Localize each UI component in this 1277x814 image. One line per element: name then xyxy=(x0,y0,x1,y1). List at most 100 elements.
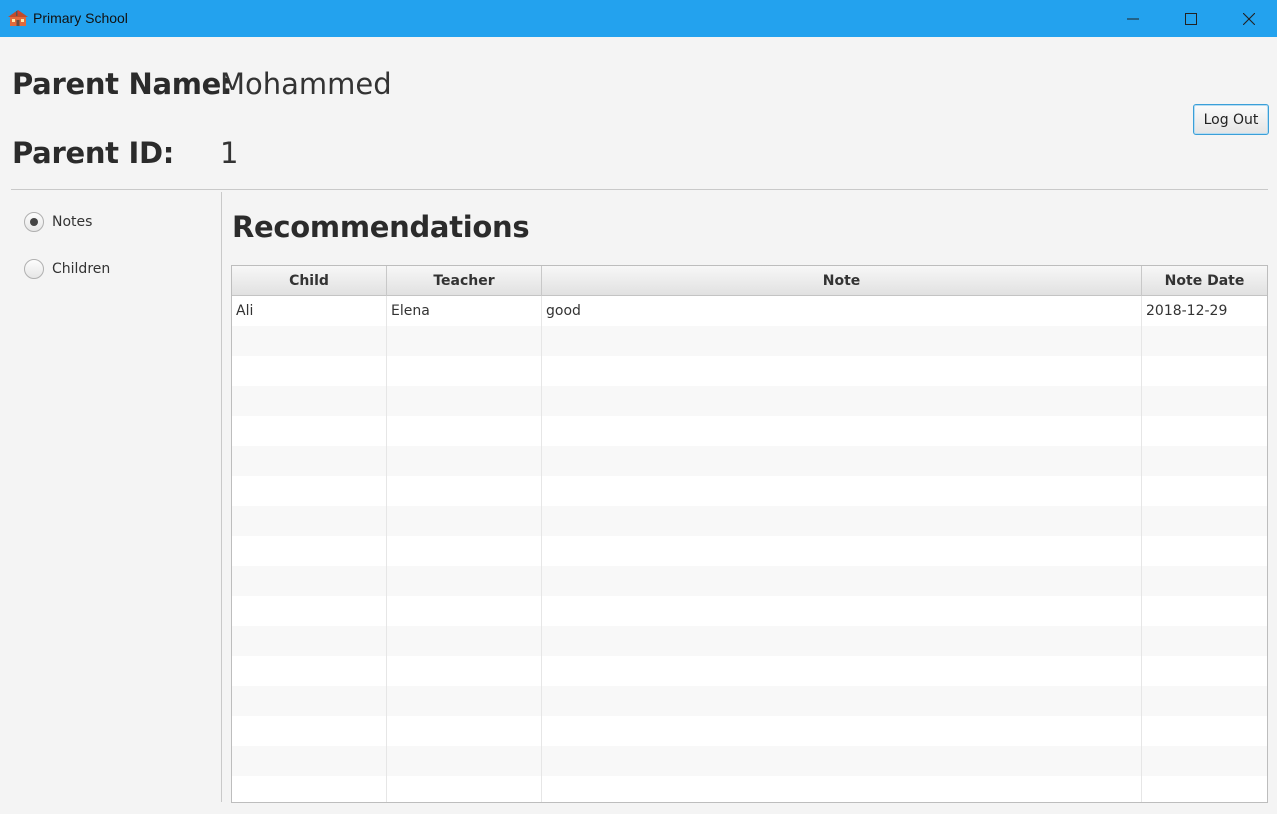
table-row-empty[interactable] xyxy=(232,386,1267,416)
table-cell xyxy=(1142,626,1267,656)
table-row-empty[interactable] xyxy=(232,416,1267,446)
table-cell xyxy=(232,506,387,536)
table-row-empty[interactable] xyxy=(232,626,1267,656)
table-cell xyxy=(1142,506,1267,536)
table-cell: Ali xyxy=(232,296,387,326)
table-cell xyxy=(1142,476,1267,506)
table-cell xyxy=(387,716,542,746)
column-header-teacher[interactable]: Teacher xyxy=(387,266,542,296)
table-cell xyxy=(542,656,1142,686)
table-cell xyxy=(542,686,1142,716)
table-cell xyxy=(387,536,542,566)
table-cell xyxy=(542,416,1142,446)
table-cell xyxy=(232,566,387,596)
close-icon xyxy=(1243,12,1255,25)
table-cell xyxy=(542,626,1142,656)
table-row-empty[interactable] xyxy=(232,536,1267,566)
table-cell xyxy=(1142,386,1267,416)
table-cell xyxy=(232,536,387,566)
minimize-icon xyxy=(1127,18,1139,19)
table-cell xyxy=(1142,446,1267,476)
table-row-empty[interactable] xyxy=(232,746,1267,776)
table-cell xyxy=(387,596,542,626)
table-cell xyxy=(542,326,1142,356)
table-row-empty[interactable] xyxy=(232,506,1267,536)
table-cell xyxy=(387,476,542,506)
table-cell xyxy=(1142,566,1267,596)
radio-notes[interactable]: Notes xyxy=(24,210,144,234)
table-cell: 2018-12-29 xyxy=(1146,303,1228,319)
parent-name-value: Mohammed xyxy=(220,67,392,101)
table-row-empty[interactable] xyxy=(232,476,1267,506)
table-cell xyxy=(232,476,387,506)
table-body: Ali Elena good 2018-12-29 xyxy=(232,296,1267,802)
table-cell xyxy=(387,746,542,776)
table-row-empty[interactable] xyxy=(232,356,1267,386)
table-cell xyxy=(1142,716,1267,746)
table-cell: good xyxy=(542,296,1142,326)
table-row-empty[interactable] xyxy=(232,686,1267,716)
table-cell xyxy=(232,446,387,476)
radio-children-label: Children xyxy=(52,261,111,277)
title-bar: Primary School xyxy=(0,0,1277,37)
table-cell xyxy=(542,446,1142,476)
table-cell xyxy=(1142,416,1267,446)
table-cell xyxy=(1142,536,1267,566)
table-cell xyxy=(232,686,387,716)
table-cell xyxy=(232,626,387,656)
close-button[interactable] xyxy=(1220,0,1277,37)
maximize-button[interactable] xyxy=(1162,0,1220,37)
table-cell xyxy=(542,776,1142,802)
column-header-note-date[interactable]: Note Date xyxy=(1142,266,1267,296)
table-cell xyxy=(542,566,1142,596)
column-header-child[interactable]: Child xyxy=(232,266,387,296)
table-row-empty[interactable] xyxy=(232,776,1267,802)
table-row-empty[interactable] xyxy=(232,716,1267,746)
table-cell xyxy=(232,596,387,626)
radio-selected-indicator xyxy=(24,212,44,232)
log-out-button[interactable]: Log Out xyxy=(1193,104,1269,135)
school-icon xyxy=(8,10,28,26)
table-cell xyxy=(542,746,1142,776)
table-cell xyxy=(387,446,542,476)
table-cell xyxy=(542,716,1142,746)
table-cell: Elena xyxy=(387,296,542,326)
table-row-empty[interactable] xyxy=(232,326,1267,356)
table-cell xyxy=(387,326,542,356)
table-cell xyxy=(387,626,542,656)
table-cell xyxy=(542,386,1142,416)
minimize-button[interactable] xyxy=(1104,0,1162,37)
table-header: Child Teacher Note Note Date xyxy=(232,266,1267,296)
table-cell xyxy=(387,506,542,536)
table-row[interactable]: Ali Elena good 2018-12-29 xyxy=(232,296,1267,326)
table-cell xyxy=(1142,746,1267,776)
table-cell xyxy=(387,656,542,686)
table-row-empty[interactable] xyxy=(232,596,1267,626)
parent-name-label: Parent Name: xyxy=(12,67,233,101)
table-cell xyxy=(1142,356,1267,386)
table-row-empty[interactable] xyxy=(232,566,1267,596)
section-title: Recommendations xyxy=(232,210,530,244)
table-cell xyxy=(232,716,387,746)
table-cell xyxy=(232,416,387,446)
table-row-empty[interactable] xyxy=(232,446,1267,476)
table-cell xyxy=(232,386,387,416)
column-header-note[interactable]: Note xyxy=(542,266,1142,296)
table-cell xyxy=(1142,776,1267,802)
radio-notes-label: Notes xyxy=(52,214,93,230)
table-cell xyxy=(542,536,1142,566)
table-cell xyxy=(542,596,1142,626)
table-cell xyxy=(232,356,387,386)
window-title: Primary School xyxy=(33,10,128,26)
table-cell xyxy=(542,506,1142,536)
table-cell xyxy=(232,326,387,356)
radio-children[interactable]: Children xyxy=(24,257,144,281)
table-cell xyxy=(542,476,1142,506)
table-cell xyxy=(1142,326,1267,356)
table-cell xyxy=(232,656,387,686)
table-cell xyxy=(387,386,542,416)
maximize-icon xyxy=(1185,12,1197,25)
table-row-empty[interactable] xyxy=(232,656,1267,686)
parent-id-label: Parent ID: xyxy=(12,136,175,170)
recommendations-table[interactable]: Child Teacher Note Note Date Ali Elena goo… xyxy=(231,265,1268,803)
